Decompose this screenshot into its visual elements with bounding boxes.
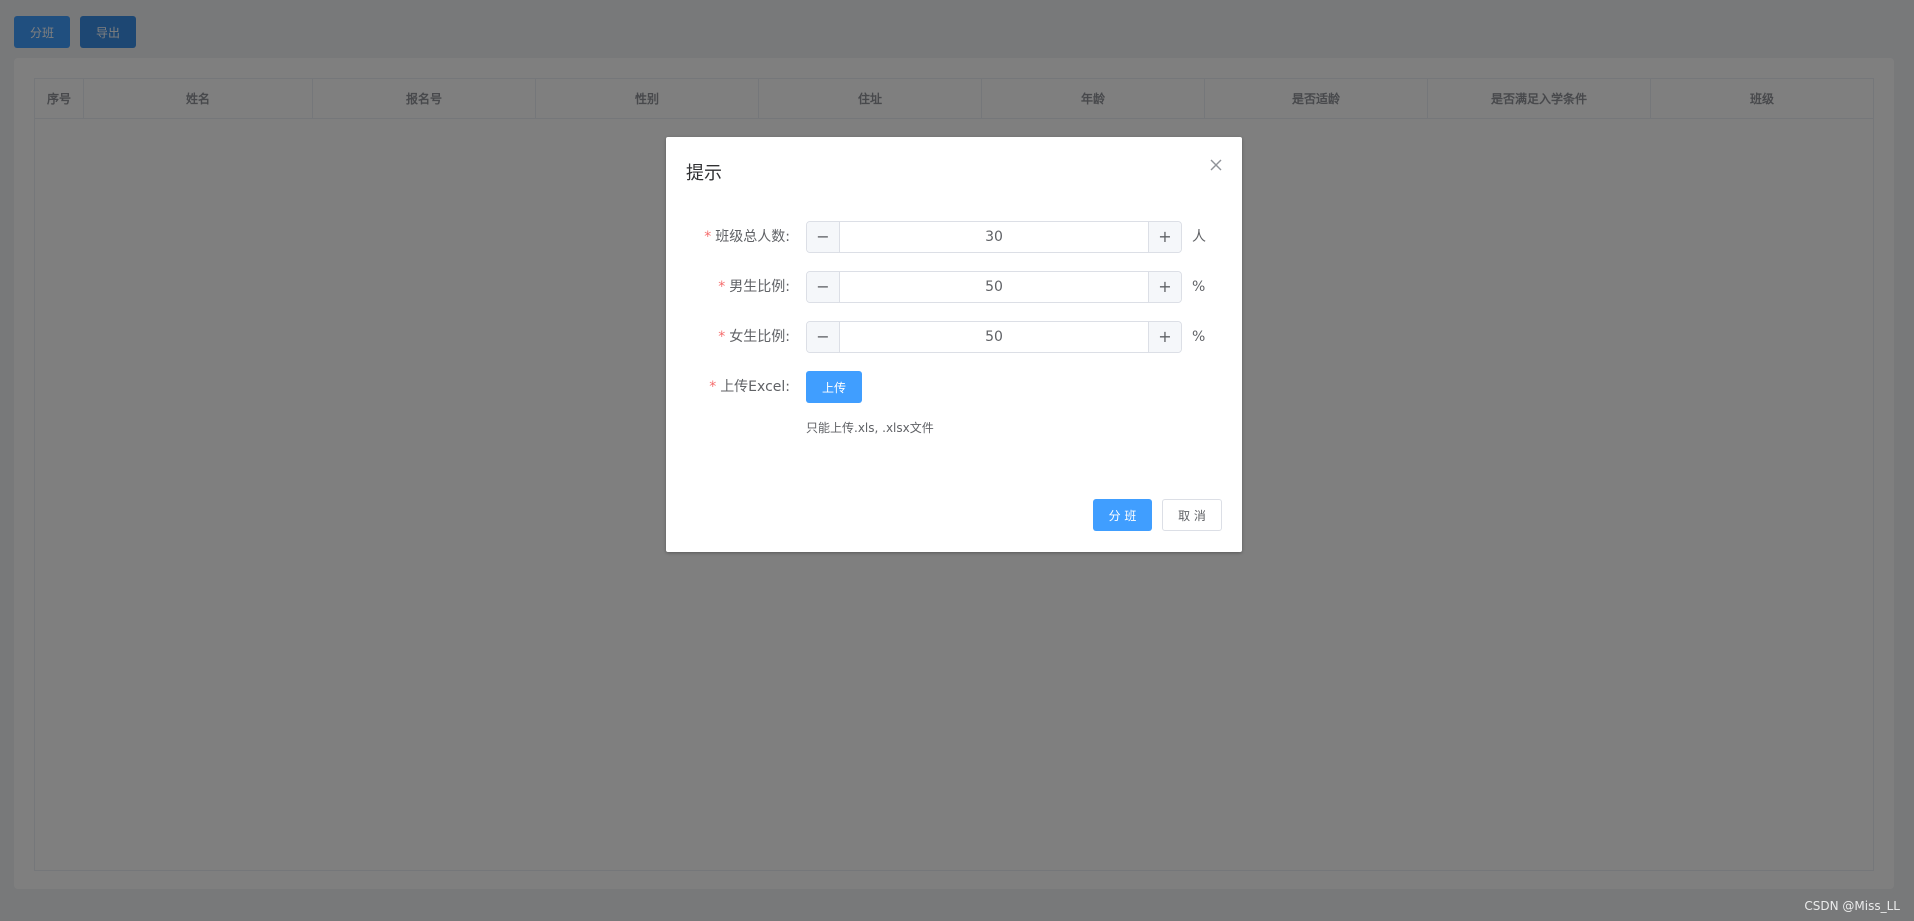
total-decrease-button[interactable]: − <box>807 222 840 252</box>
total-stepper: − + <box>806 221 1182 253</box>
form-row-female: *女生比例: − + % <box>666 321 1242 353</box>
female-label: * 女生比例: <box>666 321 790 353</box>
total-input[interactable] <box>840 222 1148 252</box>
required-mark: * <box>718 329 726 345</box>
required-mark: * <box>718 279 726 295</box>
male-decrease-button[interactable]: − <box>807 272 840 302</box>
form-row-male: *男生比例: − + % <box>666 271 1242 303</box>
divide-class-dialog: 提示 *班级总人数: − + 人 *男生比例: − + % *女生比例: − +… <box>666 137 1242 552</box>
male-increase-button[interactable]: + <box>1148 272 1181 302</box>
total-label: * 班级总人数: <box>666 221 790 253</box>
upload-tip: 只能上传.xls, .xlsx文件 <box>806 421 934 435</box>
cancel-button[interactable]: 取 消 <box>1162 499 1222 531</box>
male-input[interactable] <box>840 272 1148 302</box>
total-label-text: 班级总人数: <box>715 229 790 245</box>
female-unit: % <box>1192 329 1206 345</box>
form-row-upload: * 上传Excel: 上传 <box>666 371 1242 403</box>
total-increase-button[interactable]: + <box>1148 222 1181 252</box>
female-label-text: 女生比例: <box>729 329 790 345</box>
male-unit: % <box>1192 279 1206 295</box>
upload-button[interactable]: 上传 <box>806 371 862 403</box>
form-row-total: *班级总人数: − + 人 <box>666 221 1242 253</box>
required-mark: * <box>704 229 712 245</box>
male-label-text: 男生比例: <box>729 279 790 295</box>
female-stepper: − + <box>806 321 1182 353</box>
dialog-title: 提示 <box>686 163 722 184</box>
watermark: CSDN @Miss_LL <box>1804 899 1900 913</box>
close-icon[interactable] <box>1208 157 1224 173</box>
female-decrease-button[interactable]: − <box>807 322 840 352</box>
female-input[interactable] <box>840 322 1148 352</box>
female-increase-button[interactable]: + <box>1148 322 1181 352</box>
male-label: * 男生比例: <box>666 271 790 303</box>
total-unit: 人 <box>1192 229 1206 245</box>
confirm-divide-button[interactable]: 分 班 <box>1093 499 1152 531</box>
required-mark: * <box>709 379 717 395</box>
upload-label-text: 上传Excel: <box>720 379 790 395</box>
upload-label: * 上传Excel: <box>666 371 790 403</box>
male-stepper: − + <box>806 271 1182 303</box>
